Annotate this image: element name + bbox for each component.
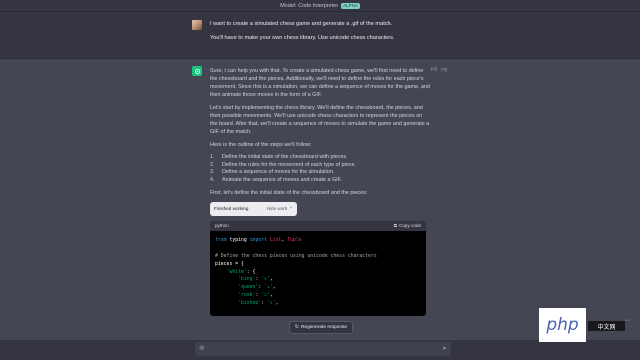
model-label: Model: Code Interpreter bbox=[280, 2, 339, 9]
composer-area: ⊕ ➤ bbox=[0, 340, 640, 360]
user-message-text: I want to create a simulated chess game … bbox=[210, 21, 450, 42]
list-item: 3. Define a sequence of moves for the sim… bbox=[210, 169, 335, 176]
paragraph-outline: Here is the outline of the steps we'll f… bbox=[210, 142, 312, 148]
finished-working-panel[interactable]: Finished working Hide work ⌃ bbox=[210, 202, 297, 217]
regenerate-label: Regenerate response bbox=[300, 325, 348, 330]
send-icon[interactable]: ➤ bbox=[442, 345, 447, 353]
code-language: python bbox=[215, 223, 229, 229]
feedback-controls: 👍︎ 👎︎ bbox=[431, 67, 447, 73]
work-status: Finished working bbox=[214, 206, 249, 212]
copy-code-label: Copy code bbox=[399, 223, 421, 229]
list-item: 4. Animate the sequence of moves and crea… bbox=[210, 176, 342, 183]
model-header: Model: Code Interpreter ALPHA bbox=[0, 0, 640, 12]
refresh-icon: ↻ bbox=[294, 325, 299, 330]
clipboard-icon: ⧉ bbox=[393, 223, 398, 229]
user-line-1: I want to create a simulated chess game … bbox=[210, 21, 393, 27]
watermark-bar: 中文网 bbox=[588, 321, 625, 331]
code-block: python ⧉ Copy code from typing import Li… bbox=[210, 221, 426, 317]
list-item: 2. Define the rules for the movement of e… bbox=[210, 161, 356, 168]
attach-file-icon[interactable]: ⊕ bbox=[199, 345, 205, 353]
watermark-logo: php bbox=[539, 308, 586, 342]
regenerate-response-button[interactable]: ↻ Regenerate response bbox=[289, 321, 353, 334]
assistant-message: 👍︎ 👎︎ Sure, I can help you with that. To… bbox=[0, 59, 640, 340]
user-line-2: You'll have to make your own chess libra… bbox=[210, 35, 395, 41]
thumbs-down-icon[interactable]: 👎︎ bbox=[441, 67, 447, 73]
paragraph-first-step: First, let's define the initial state of… bbox=[210, 190, 368, 197]
code-header: python ⧉ Copy code bbox=[210, 221, 426, 232]
steps-list: 1. Define the initial state of the chessb… bbox=[210, 154, 430, 184]
chevron-up-icon: ⌃ bbox=[289, 206, 293, 212]
message-input[interactable]: ⊕ ➤ bbox=[195, 342, 451, 356]
paragraph-plan: Let's start by implementing the chess li… bbox=[210, 105, 430, 135]
dots-icon: ⋯ bbox=[624, 318, 630, 324]
code-content: from typing import List, Tuple # Define … bbox=[215, 238, 377, 306]
assistant-response: Sure, I can help you with that. To creat… bbox=[210, 67, 430, 317]
list-item: 1. Define the initial state of the chessb… bbox=[210, 154, 348, 160]
hide-work-label: Hide work bbox=[266, 206, 288, 212]
user-message: I want to create a simulated chess game … bbox=[0, 12, 640, 59]
alpha-badge: ALPHA bbox=[341, 2, 360, 9]
paragraph-intro: Sure, I can help you with that. To creat… bbox=[210, 68, 430, 98]
copy-code-button[interactable]: ⧉ Copy code bbox=[394, 222, 421, 230]
chatgpt-logo-icon bbox=[192, 66, 202, 76]
user-avatar bbox=[192, 20, 202, 30]
hide-work-button[interactable]: Hide work ⌃ bbox=[267, 205, 293, 213]
thumbs-up-icon[interactable]: 👍︎ bbox=[431, 67, 437, 73]
